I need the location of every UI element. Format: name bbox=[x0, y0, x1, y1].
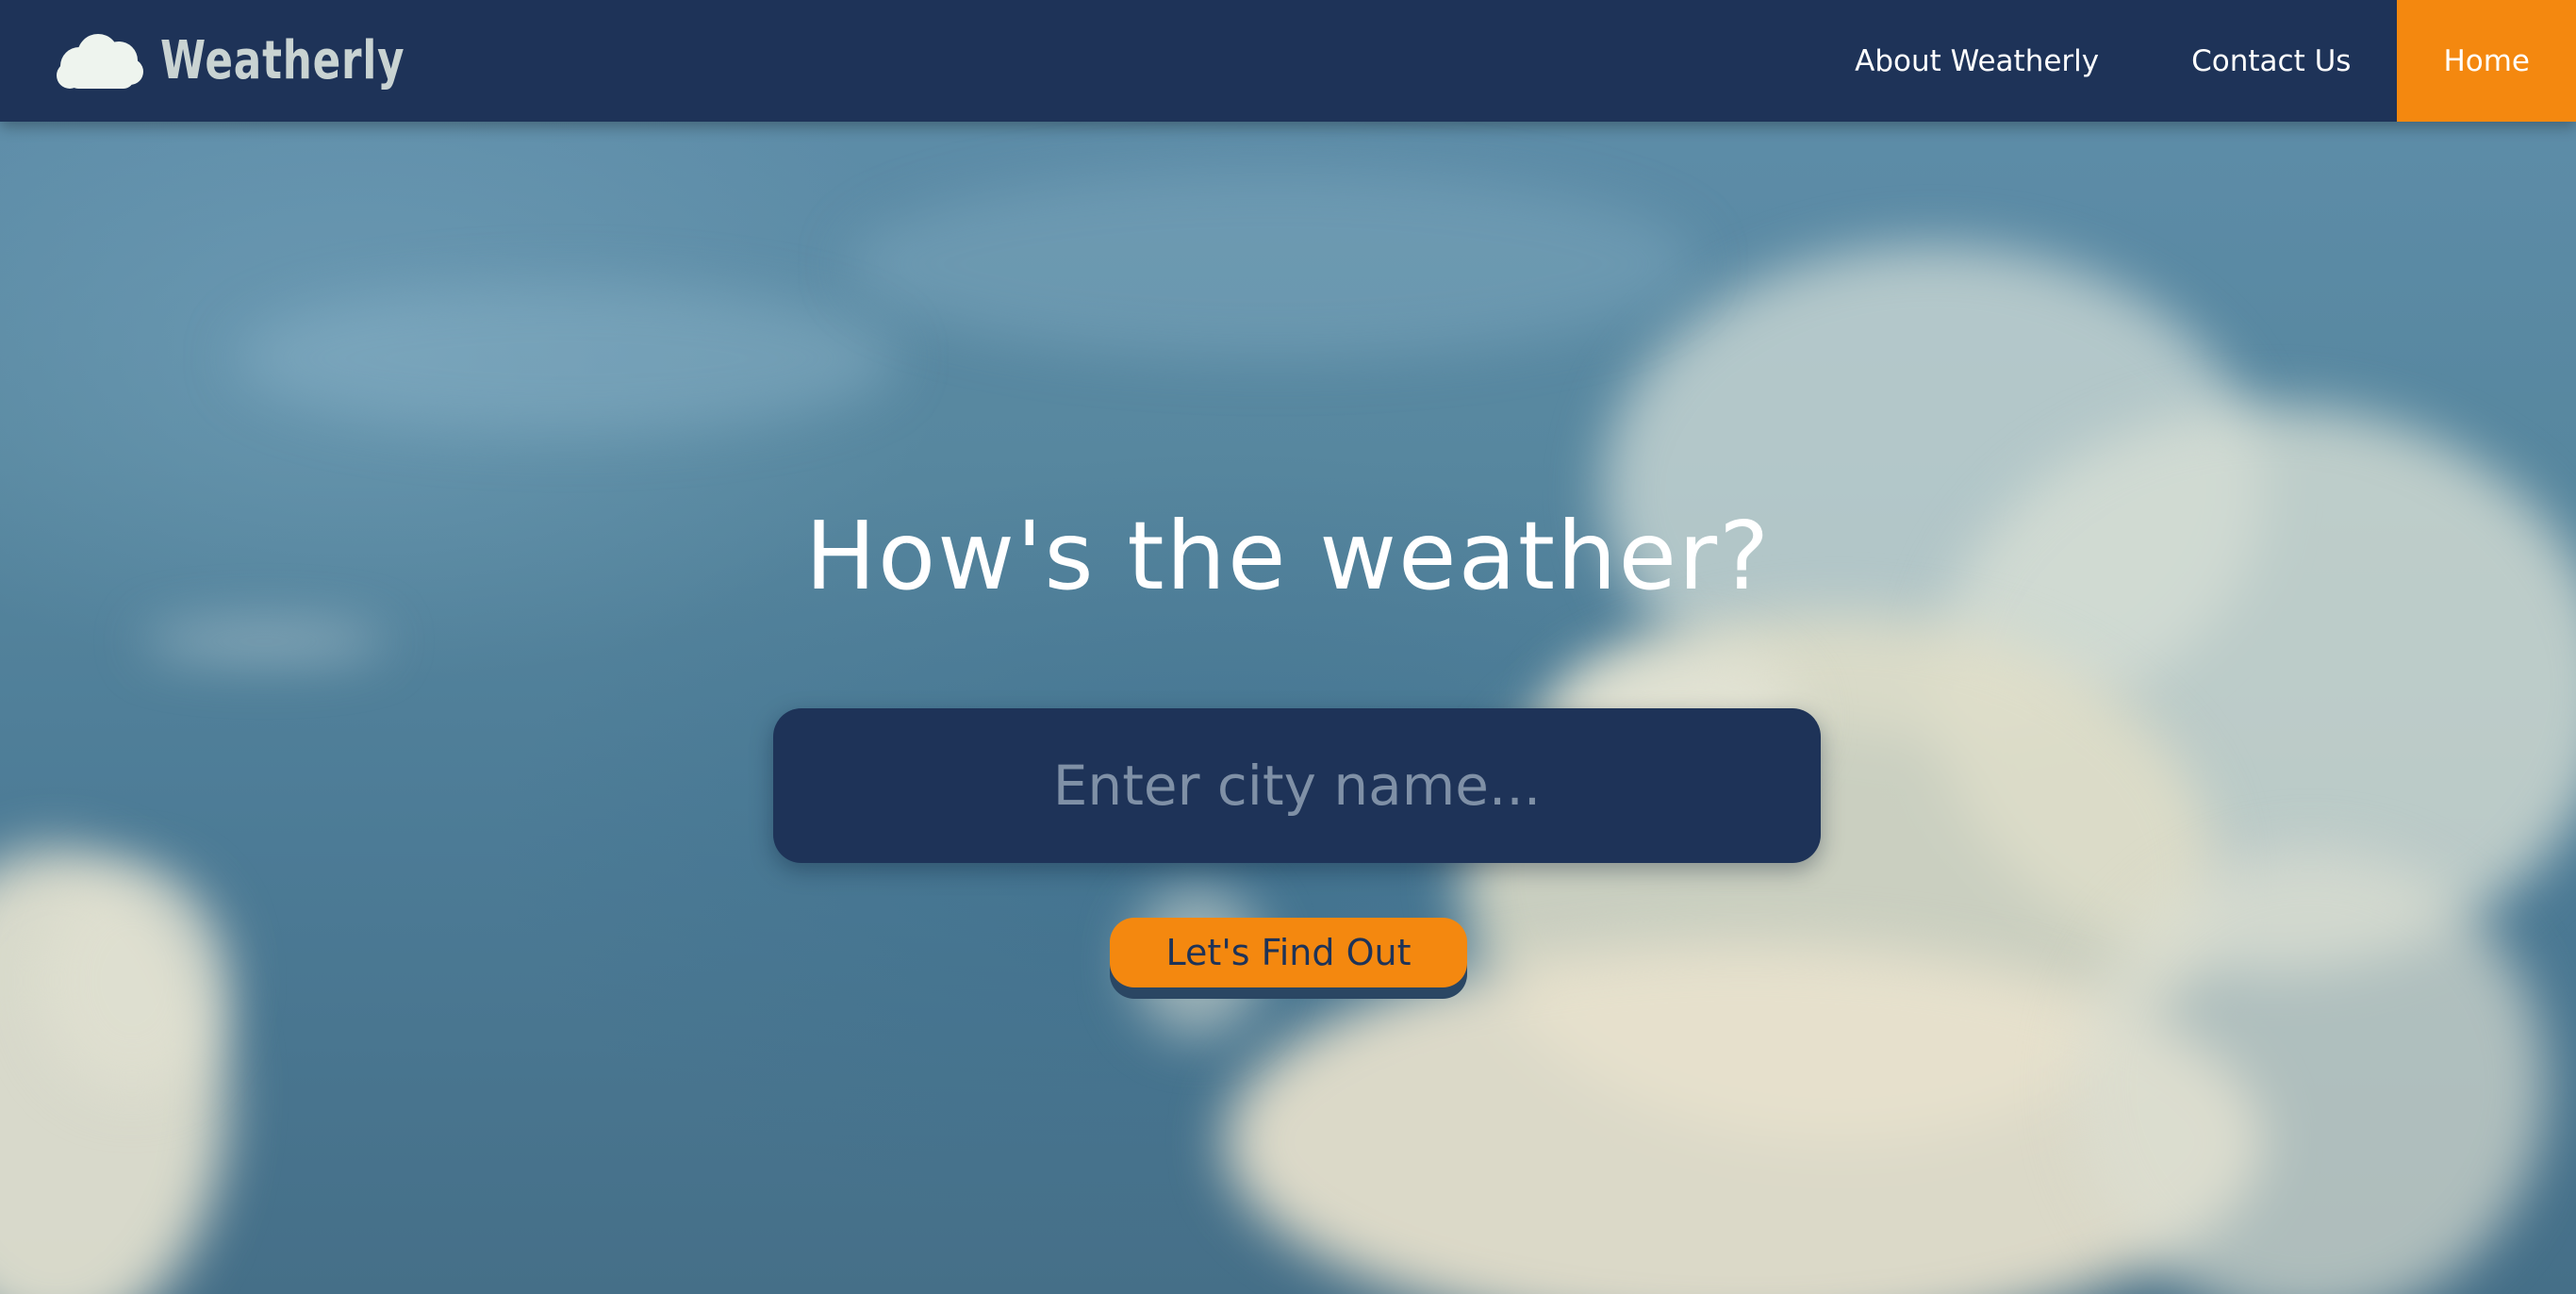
find-out-button[interactable]: Let's Find Out bbox=[1110, 918, 1467, 987]
nav-item-home[interactable]: Home bbox=[2397, 0, 2576, 122]
clouds-background-image bbox=[0, 0, 2576, 1294]
brand-logo[interactable]: Weatherly bbox=[55, 25, 473, 98]
city-search-box bbox=[773, 707, 1821, 864]
nav-item-about[interactable]: About Weatherly bbox=[1808, 0, 2145, 122]
nav-item-contact[interactable]: Contact Us bbox=[2145, 0, 2397, 122]
top-navbar: Weatherly About Weatherly Contact Us Hom… bbox=[0, 0, 2576, 122]
city-search-input[interactable] bbox=[773, 707, 1821, 864]
hero-title: How's the weather? bbox=[804, 501, 1772, 611]
main-nav: About Weatherly Contact Us Home bbox=[1808, 0, 2576, 122]
find-out-button-wrapper: Let's Find Out bbox=[1110, 918, 1467, 999]
brand-name: Weatherly bbox=[160, 30, 405, 91]
cloud-icon bbox=[55, 28, 145, 94]
